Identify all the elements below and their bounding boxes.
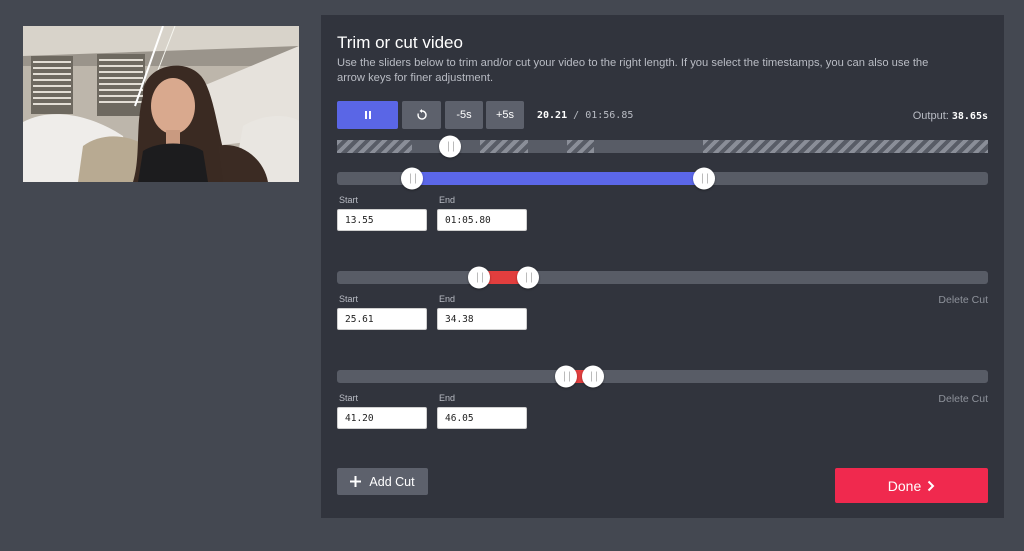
done-label: Done [887,477,922,494]
trim-range [412,172,704,185]
cut-slider-2[interactable] [337,365,988,388]
cut-2-start-field[interactable] [337,407,427,429]
plus-icon [350,476,362,487]
back-5s-button[interactable]: -5s [445,101,483,129]
page-title: Trim or cut video [337,33,463,52]
video-preview [23,26,299,182]
pause-button[interactable] [337,101,398,129]
done-button[interactable]: Done [835,468,988,503]
add-cut-button[interactable]: Add Cut [337,468,428,495]
duration: 01:56.85 [585,110,634,121]
restart-button[interactable] [402,101,441,129]
cut-2-end-field[interactable] [437,407,527,429]
playback-time: 20.21 / 01:56.85 [537,110,633,121]
removed-segment [337,140,412,153]
trim-start-field[interactable] [337,209,427,231]
cut-2-end-handle[interactable] [582,365,604,388]
playhead-handle[interactable] [439,135,461,158]
video-frame [23,26,299,182]
output-value: 38.65s [951,111,988,122]
trim-panel: Trim or cut video Use the sliders below … [321,15,1004,518]
cut-slider-1[interactable] [337,266,988,289]
trim-start-handle[interactable] [401,167,423,190]
removed-segment [703,140,988,153]
restart-icon [416,109,427,120]
cut-1-end-handle[interactable] [517,266,539,289]
trim-end-handle[interactable] [693,167,715,190]
delete-cut-1-button[interactable]: Delete Cut [938,294,988,306]
current-time: 20.21 [537,110,568,121]
chevron-right-icon [928,480,935,491]
trim-slider[interactable] [337,167,988,190]
trim-start-label: Start [339,195,359,205]
cut-2-end-label: End [439,393,456,403]
output-duration: Output: 38.65s [913,110,988,122]
output-label: Output: [912,110,949,122]
cut-1-start-label: Start [339,294,359,304]
timeline-scrubber[interactable] [337,135,988,158]
cut-1-end-label: End [439,294,456,304]
cut-2-start-label: Start [339,393,359,403]
pause-icon [364,111,371,119]
cut-2-start-handle[interactable] [555,365,577,388]
removed-segment [567,140,594,153]
cut-1-start-handle[interactable] [468,266,490,289]
delete-cut-2-button[interactable]: Delete Cut [938,393,988,405]
trim-end-label: End [439,195,456,205]
add-cut-label: Add Cut [369,474,415,489]
cut-1-start-field[interactable] [337,308,427,330]
trim-end-field[interactable] [437,209,527,231]
time-separator: / [573,110,580,121]
cut-1-end-field[interactable] [437,308,527,330]
forward-5s-button[interactable]: +5s [486,101,524,129]
removed-segment [480,140,528,153]
instructions: Use the sliders below to trim and/or cut… [337,57,929,84]
